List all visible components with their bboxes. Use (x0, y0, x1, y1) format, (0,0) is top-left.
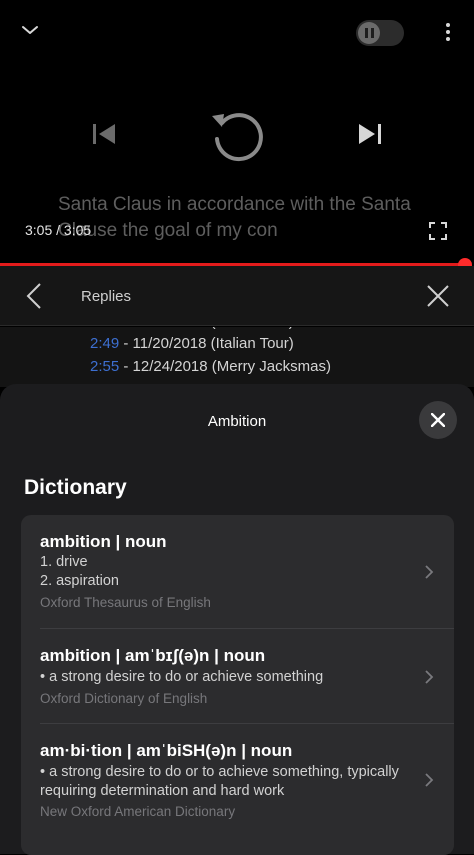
comment-text: - 11/20/2018 (Italian Tour) (119, 335, 294, 352)
definition: • a strong desire to do or to achieve so… (40, 764, 399, 799)
headword: ambition | noun (40, 532, 167, 551)
replies-title: Replies (81, 288, 132, 305)
section-heading: Dictionary (24, 476, 127, 499)
fullscreen-icon[interactable] (429, 222, 447, 240)
chevron-right-icon (425, 565, 434, 579)
close-icon[interactable] (426, 284, 450, 308)
dictionary-sheet: Ambition Dictionary ambition | noun 1. d… (0, 384, 474, 855)
sheet-title: Ambition (207, 413, 267, 430)
chevron-right-icon (425, 773, 434, 787)
replay-icon[interactable] (208, 106, 266, 164)
definition: 1. drive (40, 554, 88, 570)
timestamp-link[interactable]: 2:55 (90, 358, 119, 375)
skip-next-icon[interactable] (356, 120, 384, 148)
pause-icon (358, 22, 380, 44)
subtitle-text: Santa Claus in accordance with the Santa… (58, 194, 411, 241)
chevron-down-icon[interactable] (18, 18, 42, 42)
definition: • a strong desire to do or achieve somet… (40, 669, 324, 685)
chevron-left-icon[interactable] (24, 282, 44, 310)
autoplay-toggle[interactable] (356, 20, 404, 46)
more-vert-icon[interactable] (440, 20, 456, 46)
list-item: 2:49 - 11/20/2018 (Italian Tour) (90, 335, 294, 352)
chevron-right-icon (425, 670, 434, 684)
list-item: 2:55 - 12/24/2018 (Merry Jacksmas) (90, 358, 331, 375)
dictionary-source: Oxford Dictionary of English (40, 691, 208, 706)
dictionary-entry[interactable]: am·bi·tion | amˈbiSH(ə)n | noun • a stro… (21, 724, 454, 854)
headword: am·bi·tion | amˈbiSH(ə)n | noun (40, 741, 293, 760)
dictionary-entry[interactable]: ambition | amˈbɪʃ(ə)n | noun • a strong … (21, 629, 454, 723)
dictionary-card: ambition | noun 1. drive 2. aspiration O… (21, 515, 454, 855)
comment-text: - 12/24/2018 (Merry Jacksmas) (119, 358, 331, 375)
skip-previous-icon[interactable] (90, 120, 118, 148)
headword: ambition | amˈbɪʃ(ə)n | noun (40, 646, 266, 665)
close-icon (431, 413, 445, 427)
replies-header: Replies (0, 266, 474, 326)
dictionary-entry[interactable]: ambition | noun 1. drive 2. aspiration O… (21, 515, 454, 629)
definition: 2. aspiration (40, 573, 119, 589)
video-player[interactable]: Santa Claus in accordance with the Santa… (0, 0, 474, 272)
close-button[interactable] (419, 401, 457, 439)
dictionary-source: Oxford Thesaurus of English (40, 595, 211, 610)
timestamp-link[interactable]: 2:49 (90, 335, 119, 352)
dictionary-source: New Oxford American Dictionary (40, 804, 236, 819)
comments-list: 2:43 - 11/..../2018 (Italian Tour) 2:49 … (0, 327, 474, 387)
time-display: 3:05 / 3:05 (25, 222, 92, 238)
list-item: 2:43 - 11/..../2018 (Italian Tour) (90, 327, 294, 330)
